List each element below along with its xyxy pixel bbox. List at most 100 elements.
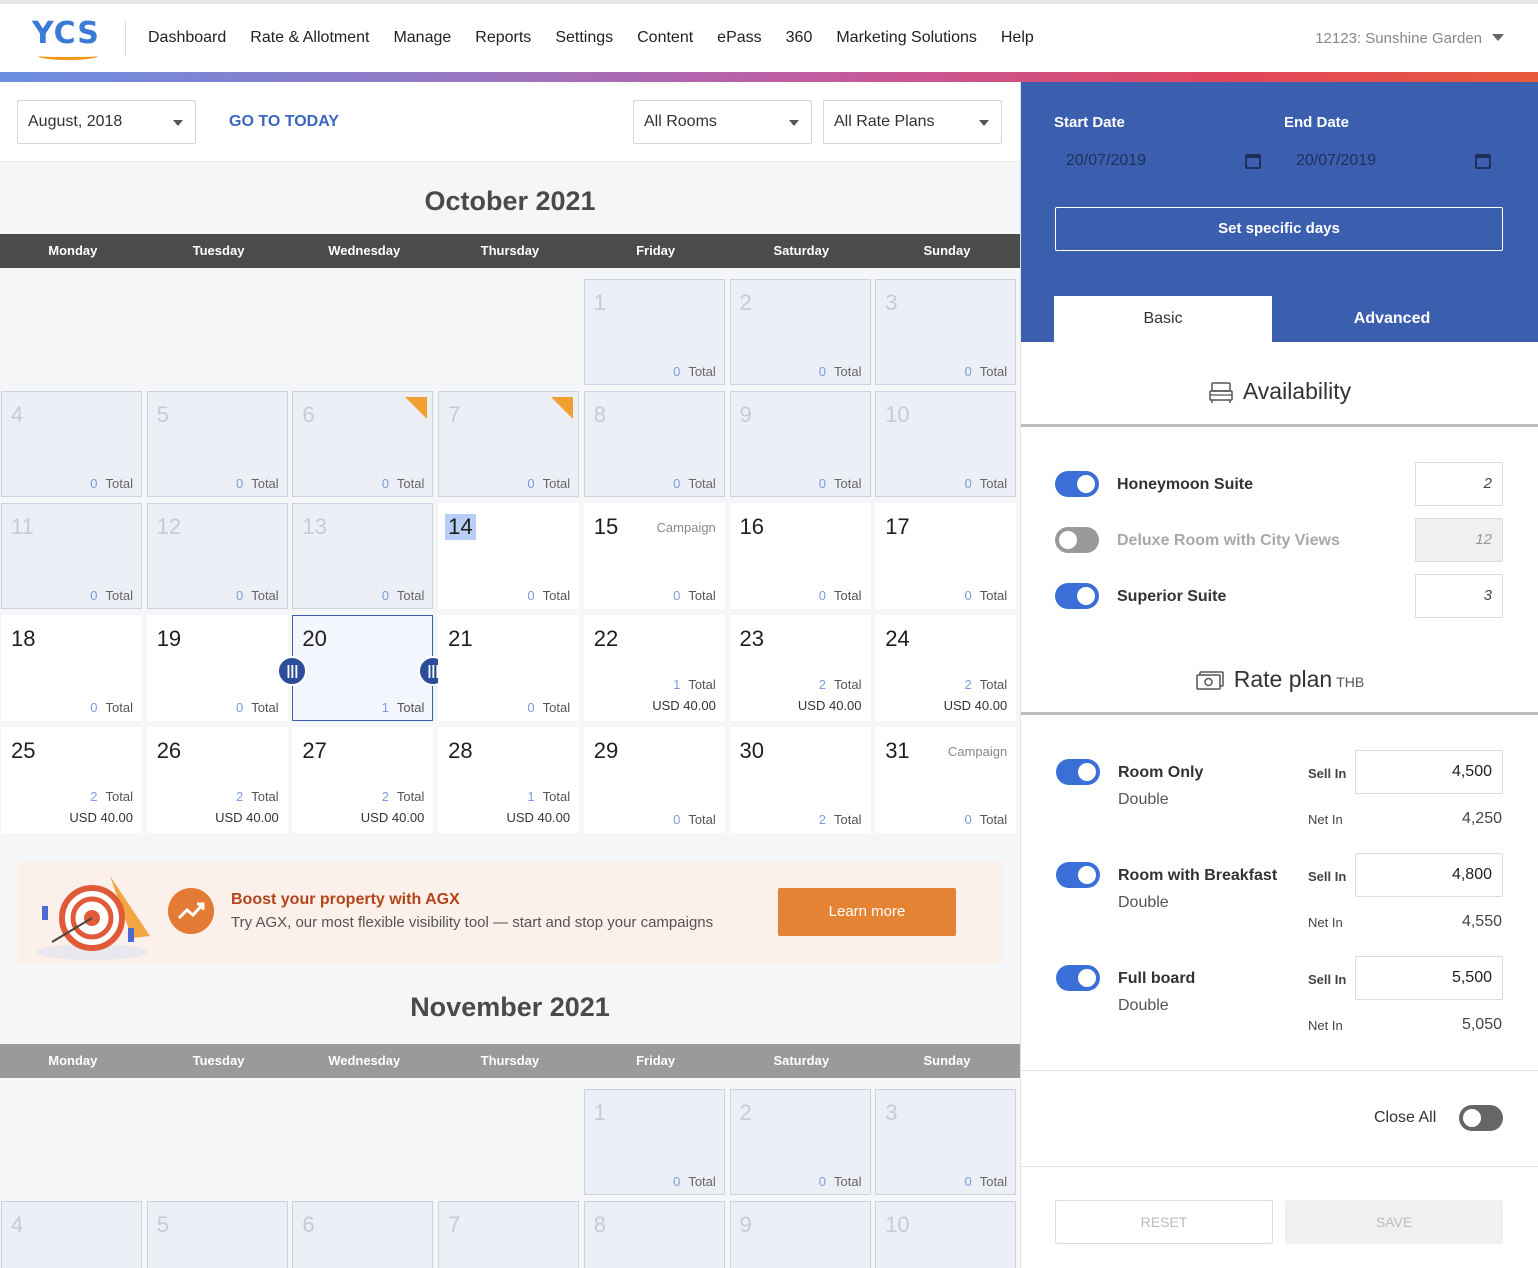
calendar-day[interactable]: 18 0 Total	[1, 615, 142, 721]
chevron-down-icon[interactable]	[1492, 34, 1504, 41]
chevron-down-icon	[173, 120, 183, 126]
calendar-day[interactable]: 19 0 Total	[146, 615, 288, 721]
nav-settings[interactable]: Settings	[543, 29, 625, 47]
calendar-day[interactable]: 2 0 Total	[729, 1089, 871, 1195]
deluxe-room-allotment-input[interactable]: 12	[1415, 518, 1503, 562]
deluxe-room-toggle[interactable]	[1055, 527, 1099, 553]
room-only-sell-input[interactable]: 4,500	[1355, 750, 1503, 794]
start-date-input[interactable]: 20/07/2019	[1066, 152, 1146, 170]
calendar-day[interactable]: 22 1 Total USD 40.00	[583, 615, 725, 721]
rate-plans-select[interactable]: All Rate Plans	[823, 100, 1002, 144]
calendar-day[interactable]: 25 2 Total USD 40.00	[1, 727, 142, 833]
calendar-day[interactable]: 12 0 Total	[146, 503, 288, 609]
calendar-day[interactable]: 4 0 Total	[1, 391, 142, 497]
total-count: 0	[964, 812, 972, 827]
calendar-day[interactable]: 1 0 Total	[583, 1089, 725, 1195]
calendar-day[interactable]: 26 2 Total USD 40.00	[146, 727, 288, 833]
calendar-day[interactable]: 8 0 Total	[583, 391, 725, 497]
calendar-day[interactable]: 4	[1, 1201, 142, 1268]
nav-dashboard[interactable]: Dashboard	[136, 29, 238, 47]
toggle-knob	[1463, 1109, 1481, 1127]
rooms-select[interactable]: All Rooms	[633, 100, 812, 144]
nav-reports[interactable]: Reports	[463, 29, 543, 47]
availability-heading: Availability	[1021, 378, 1538, 405]
day-number: 4	[11, 402, 24, 427]
calendar-day[interactable]: 1 0 Total	[583, 279, 725, 385]
nav-rate-allotment[interactable]: Rate & Allotment	[238, 29, 381, 47]
tab-basic[interactable]: Basic	[1054, 296, 1272, 342]
day-total: 0 Total	[673, 588, 716, 603]
nav-marketing-solutions[interactable]: Marketing Solutions	[824, 29, 989, 47]
calendar-day[interactable]: 14 0 Total	[438, 503, 580, 609]
month-select[interactable]: August, 2018	[17, 100, 196, 144]
superior-suite-toggle[interactable]	[1055, 583, 1099, 609]
calendar-day[interactable]: 17 0 Total	[875, 503, 1017, 609]
calendar-day[interactable]: 3 0 Total	[875, 1089, 1017, 1195]
close-all-toggle[interactable]	[1459, 1105, 1503, 1131]
total-count: 0	[964, 476, 972, 491]
full-board-toggle[interactable]	[1056, 965, 1100, 991]
room-only-toggle[interactable]	[1056, 759, 1100, 785]
ycs-logo[interactable]: YCS	[32, 18, 106, 60]
calendar-icon[interactable]	[1245, 154, 1261, 169]
calendar-day[interactable]: 7 0 Total	[438, 391, 580, 497]
save-button[interactable]: SAVE	[1285, 1200, 1503, 1244]
calendar-day[interactable]: 28 1 Total USD 40.00	[438, 727, 580, 833]
room-with-breakfast-toggle[interactable]	[1056, 862, 1100, 888]
total-label: Total	[688, 588, 716, 603]
calendar-day[interactable]: 20 1 Total ||| |||	[277, 615, 449, 721]
weekday-label: Friday	[636, 243, 676, 258]
calendar-day[interactable]: 23 2 Total USD 40.00	[729, 615, 871, 721]
calendar-day[interactable]: 9 0 Total	[729, 391, 871, 497]
drag-handle-left[interactable]: |||	[277, 656, 308, 686]
calendar-day[interactable]: 27 2 Total USD 40.00	[292, 727, 434, 833]
calendar-day[interactable]: 5 0 Total	[146, 391, 288, 497]
total-label: Total	[396, 476, 425, 491]
calendar-day[interactable]: 31 Campaign 0 Total	[875, 727, 1017, 833]
calendar-day[interactable]: 13 0 Total	[292, 503, 434, 609]
calendar-day[interactable]: 16 0 Total	[729, 503, 871, 609]
total-count: 1	[381, 700, 389, 715]
tab-advanced[interactable]: Advanced	[1283, 296, 1501, 342]
total-label: Total	[396, 700, 425, 715]
total-label: Total	[979, 1174, 1008, 1189]
honeymoon-suite-toggle[interactable]	[1055, 471, 1099, 497]
calendar-day[interactable]: 15 Campaign 0 Total	[583, 503, 725, 609]
end-date-input[interactable]: 20/07/2019	[1296, 152, 1376, 170]
total-count: 0	[673, 812, 681, 827]
total-count: 2	[90, 789, 98, 804]
full-board-sell-input[interactable]: 5,500	[1355, 956, 1503, 1000]
calendar-day[interactable]: 6 0 Total	[292, 391, 434, 497]
calendar-day[interactable]: 9	[729, 1201, 871, 1268]
calendar-day[interactable]: 2 0 Total	[729, 279, 871, 385]
calendar-day[interactable]: 11 0 Total	[1, 503, 142, 609]
calendar-day[interactable]: 10	[875, 1201, 1017, 1268]
room-name-superior-suite: Superior Suite	[1117, 588, 1227, 605]
day-number: 24	[885, 626, 910, 651]
calendar-day[interactable]: 7	[438, 1201, 580, 1268]
calendar-day[interactable]: 5	[146, 1201, 288, 1268]
calendar-day[interactable]: 30 2 Total	[729, 727, 871, 833]
day-number: 29	[593, 738, 619, 763]
nav-content[interactable]: Content	[625, 29, 705, 47]
go-to-today-button[interactable]: GO TO TODAY	[229, 100, 339, 144]
learn-more-button[interactable]: Learn more	[778, 888, 956, 936]
calendar-day[interactable]: 29 0 Total	[583, 727, 725, 833]
nav-manage[interactable]: Manage	[381, 29, 463, 47]
calendar-day[interactable]: 10 0 Total	[875, 391, 1017, 497]
calendar-day[interactable]: 8	[583, 1201, 725, 1268]
nav-360[interactable]: 360	[774, 29, 825, 47]
nav-help[interactable]: Help	[989, 29, 1046, 47]
nav-epass[interactable]: ePass	[705, 29, 773, 47]
calendar-day[interactable]: 21 0 Total	[438, 615, 580, 721]
superior-suite-allotment-input[interactable]: 3	[1415, 574, 1503, 618]
set-specific-days-button[interactable]: Set specific days	[1055, 207, 1503, 251]
calendar-day[interactable]: 6	[292, 1201, 434, 1268]
property-selector[interactable]: 12123: Sunshine Garden	[1315, 4, 1482, 72]
calendar-day[interactable]: 3 0 Total	[875, 279, 1017, 385]
calendar-icon[interactable]	[1475, 154, 1491, 169]
honeymoon-suite-allotment-input[interactable]: 2	[1415, 462, 1503, 506]
room-with-breakfast-sell-input[interactable]: 4,800	[1355, 853, 1503, 897]
reset-button[interactable]: RESET	[1055, 1200, 1273, 1244]
calendar-day[interactable]: 24 2 Total USD 40.00	[875, 615, 1017, 721]
